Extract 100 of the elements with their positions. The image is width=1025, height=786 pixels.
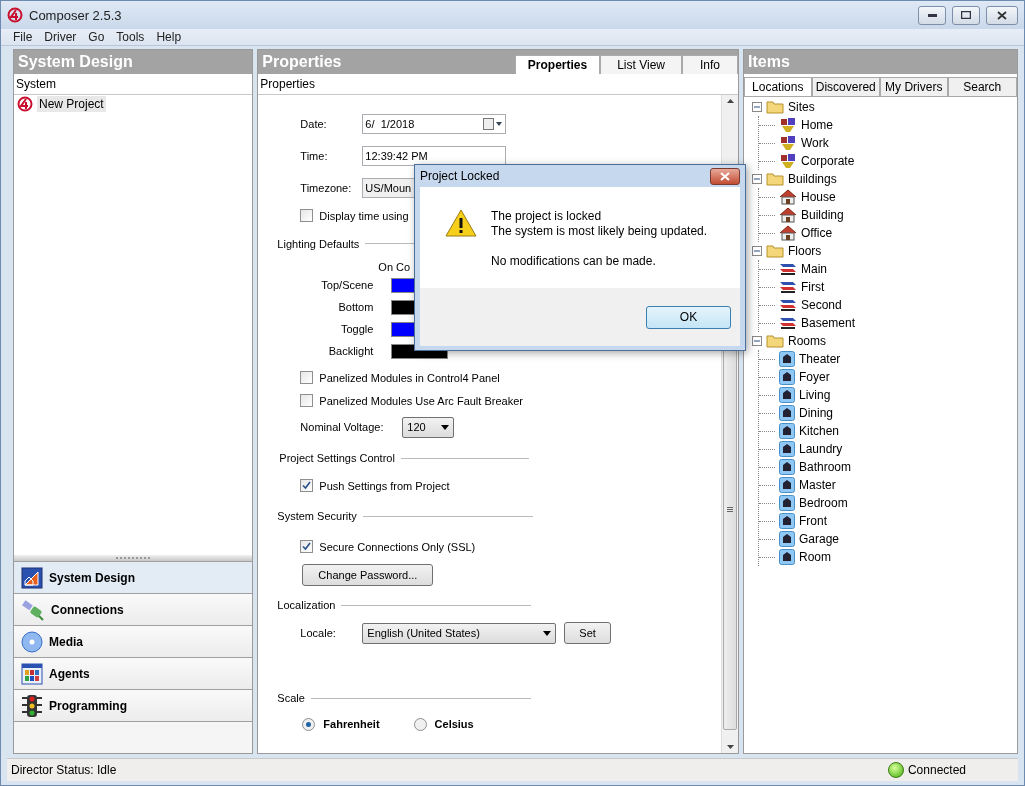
room-icon xyxy=(779,387,795,403)
radio-label: Celsius xyxy=(434,718,474,730)
tree-item[interactable]: Theater xyxy=(799,352,841,366)
plug-icon xyxy=(21,598,45,621)
tree-item[interactable]: Sites xyxy=(788,100,815,114)
collapse-icon[interactable] xyxy=(752,336,762,346)
tab[interactable]: My Drivers xyxy=(880,77,948,96)
menu-item[interactable]: File xyxy=(7,29,39,45)
house-icon xyxy=(779,225,797,241)
date-field[interactable]: 6/ 1/2018 xyxy=(362,114,507,134)
tree-item[interactable]: Foyer xyxy=(799,370,830,384)
radio-button[interactable] xyxy=(302,717,316,731)
tree-item[interactable]: Living xyxy=(799,388,831,402)
tree-item[interactable]: Bathroom xyxy=(799,460,852,474)
section-title: Project Settings Control xyxy=(279,452,395,464)
warning-icon xyxy=(445,209,477,237)
logo-icon xyxy=(7,7,23,23)
tree-item[interactable]: New Project xyxy=(37,96,106,112)
menu-item[interactable]: Go xyxy=(82,29,111,45)
checkbox-label: Push Settings from Project xyxy=(319,479,450,492)
tree-item[interactable]: Main xyxy=(801,262,827,276)
field-label: Date: xyxy=(300,118,328,130)
panel-title: Items xyxy=(747,53,790,72)
layers-icon xyxy=(779,315,797,331)
logo-icon xyxy=(17,96,33,112)
checkbox[interactable] xyxy=(300,479,314,492)
nav-button[interactable]: Connections xyxy=(14,593,253,625)
layers-icon xyxy=(779,279,797,295)
tab[interactable]: Properties xyxy=(514,55,601,74)
checkbox[interactable] xyxy=(300,209,314,222)
folder-icon xyxy=(766,100,784,114)
status-text: Director Status: Idle xyxy=(11,763,117,777)
menu-item[interactable]: Help xyxy=(150,29,188,45)
checkbox[interactable] xyxy=(300,371,314,384)
tree-item[interactable]: Corporate xyxy=(801,154,855,168)
row-label: Backlight xyxy=(327,345,375,357)
checkbox[interactable] xyxy=(300,394,314,407)
tree-item[interactable]: Office xyxy=(801,226,833,240)
tab[interactable]: Search xyxy=(947,77,1017,96)
close-button[interactable] xyxy=(710,167,740,185)
tree-item[interactable]: Rooms xyxy=(788,334,826,348)
time-field[interactable]: 12:39:42 PM xyxy=(362,146,507,166)
tab[interactable]: Discovered xyxy=(811,77,880,96)
locale-dropdown[interactable]: English (United States) xyxy=(362,622,557,644)
tree-item[interactable]: Building xyxy=(801,208,844,222)
section-header: Properties xyxy=(260,77,316,91)
blocks-icon xyxy=(779,117,797,133)
connection-status: Connected xyxy=(907,763,966,777)
room-icon xyxy=(779,423,795,439)
tree-item[interactable]: Room xyxy=(799,550,831,564)
minimize-button[interactable] xyxy=(918,5,946,25)
tab[interactable]: List View xyxy=(600,55,682,74)
radio-label: Fahrenheit xyxy=(323,718,380,730)
tree-item[interactable]: Buildings xyxy=(788,172,837,186)
checkbox-label: Secure Connections Only (SSL) xyxy=(319,540,476,553)
collapse-icon[interactable] xyxy=(752,102,762,112)
set-button[interactable]: Set xyxy=(564,622,611,644)
voltage-dropdown[interactable]: 120 xyxy=(402,416,455,438)
traffic-light-icon xyxy=(21,693,43,718)
close-button[interactable] xyxy=(986,5,1018,25)
maximize-button[interactable] xyxy=(952,5,980,25)
tree-item[interactable]: Master xyxy=(799,478,836,492)
tree-item[interactable]: Work xyxy=(801,136,829,150)
dialog-message: The system is most likely being updated. xyxy=(491,224,708,239)
tree-item[interactable]: Laundry xyxy=(799,442,843,456)
nav-button[interactable]: System Design xyxy=(14,561,253,593)
folder-icon xyxy=(766,244,784,258)
tree-item[interactable]: Garage xyxy=(799,532,840,546)
tab[interactable]: Locations xyxy=(744,77,812,96)
grid-icon xyxy=(21,662,43,685)
tab[interactable]: Info xyxy=(682,55,738,74)
tree-item[interactable]: Dining xyxy=(799,406,834,420)
menu-item[interactable]: Tools xyxy=(110,29,151,45)
tree-item[interactable]: House xyxy=(801,190,836,204)
room-icon xyxy=(779,531,795,547)
menu-item[interactable]: Driver xyxy=(38,29,83,45)
nav-button[interactable]: Programming xyxy=(14,689,253,721)
tree-item[interactable]: Home xyxy=(801,118,833,132)
splitter-handle[interactable] xyxy=(14,555,253,561)
checkbox[interactable] xyxy=(300,540,314,553)
tree-item[interactable]: Bedroom xyxy=(799,496,848,510)
field-label: Locale: xyxy=(300,627,337,639)
nav-button[interactable]: Media xyxy=(14,625,253,657)
tree-item[interactable]: Front xyxy=(799,514,827,528)
layers-icon xyxy=(779,297,797,313)
checkbox-label: Display time using xyxy=(319,209,409,222)
collapse-icon[interactable] xyxy=(752,174,762,184)
tree-item[interactable]: Second xyxy=(801,298,842,312)
change-password-button[interactable]: Change Password... xyxy=(302,563,434,586)
nav-button[interactable]: Agents xyxy=(14,657,253,689)
collapse-icon[interactable] xyxy=(752,246,762,256)
room-icon xyxy=(779,441,795,457)
ok-button[interactable]: OK xyxy=(646,305,731,329)
room-icon xyxy=(779,351,795,367)
radio-button[interactable] xyxy=(413,717,427,731)
tree-item[interactable]: Kitchen xyxy=(799,424,840,438)
tree-item[interactable]: Basement xyxy=(801,316,856,330)
tree-item[interactable]: First xyxy=(801,280,825,294)
panel-title: Properties xyxy=(261,53,342,72)
tree-item[interactable]: Floors xyxy=(788,244,822,258)
